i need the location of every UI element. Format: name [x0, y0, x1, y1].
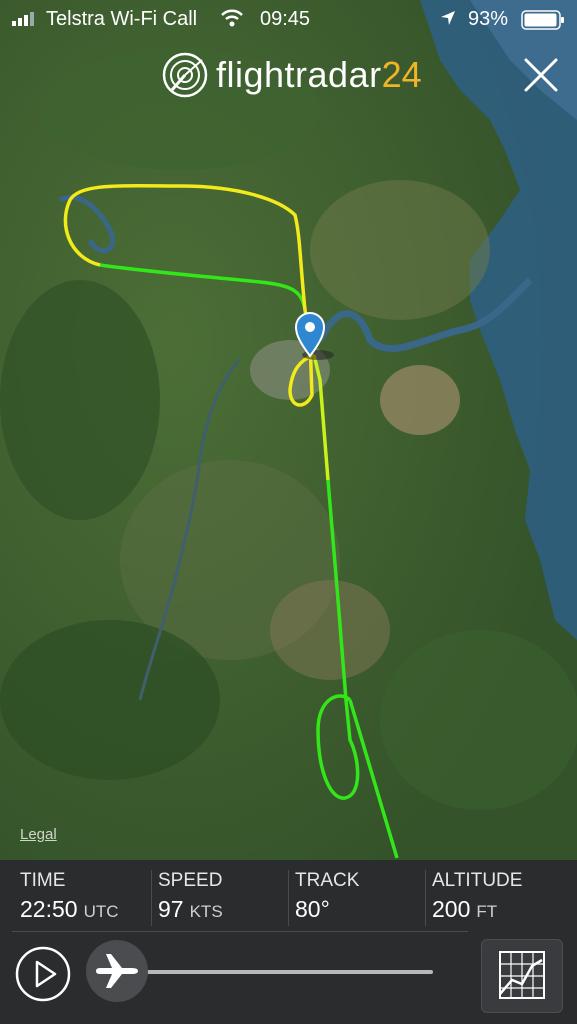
chart-button[interactable] [481, 939, 563, 1013]
divider [151, 870, 152, 926]
divider [425, 870, 426, 926]
stat-time-value: 22:50 UTC [20, 896, 119, 922]
signal-icon [12, 12, 34, 26]
brand-number: 24 [381, 54, 422, 95]
airplane-icon [96, 954, 138, 988]
battery-icon [521, 10, 564, 30]
battery-percent: 93% [468, 8, 509, 30]
stat-track-label: TRACK [295, 870, 360, 891]
panel-separator [12, 931, 468, 932]
legal-link[interactable]: Legal [20, 826, 57, 843]
play-button[interactable] [15, 946, 71, 1002]
stat-track-value: 80° [295, 896, 330, 922]
stat-track: TRACK 80° [295, 870, 425, 930]
stat-altitude: ALTITUDE 200 FT [432, 870, 572, 930]
playback-handle[interactable] [86, 940, 148, 1002]
playback-slider[interactable] [128, 970, 433, 974]
stat-altitude-unit: FT [476, 902, 498, 921]
divider [288, 870, 289, 926]
stat-altitude-value: 200 FT [432, 896, 498, 922]
stat-speed-label: SPEED [158, 870, 223, 891]
radar-logo-icon [162, 52, 208, 98]
stat-speed-value: 97 KTS [158, 896, 223, 922]
carrier-name: Telstra Wi-Fi Call [46, 8, 198, 30]
stat-speed-unit: KTS [189, 902, 223, 921]
satellite-map[interactable] [0, 0, 577, 860]
close-icon[interactable] [522, 56, 560, 94]
stat-altitude-label: ALTITUDE [432, 870, 523, 891]
stat-time-unit: UTC [83, 902, 119, 921]
brand-name: flightradar [216, 54, 382, 95]
stat-speed: SPEED 97 KTS [158, 870, 288, 930]
stat-time-label: TIME [20, 870, 66, 891]
app-logo: flightradar 24 [162, 52, 422, 98]
chart-icon [499, 951, 545, 999]
location-arrow-icon [441, 11, 455, 25]
clock: 09:45 [260, 8, 311, 30]
play-icon [35, 960, 57, 988]
stat-time: TIME 22:50 UTC [20, 870, 150, 930]
wifi-icon [221, 9, 243, 27]
status-bar: Telstra Wi-Fi Call 09:45 93% [0, 0, 577, 38]
